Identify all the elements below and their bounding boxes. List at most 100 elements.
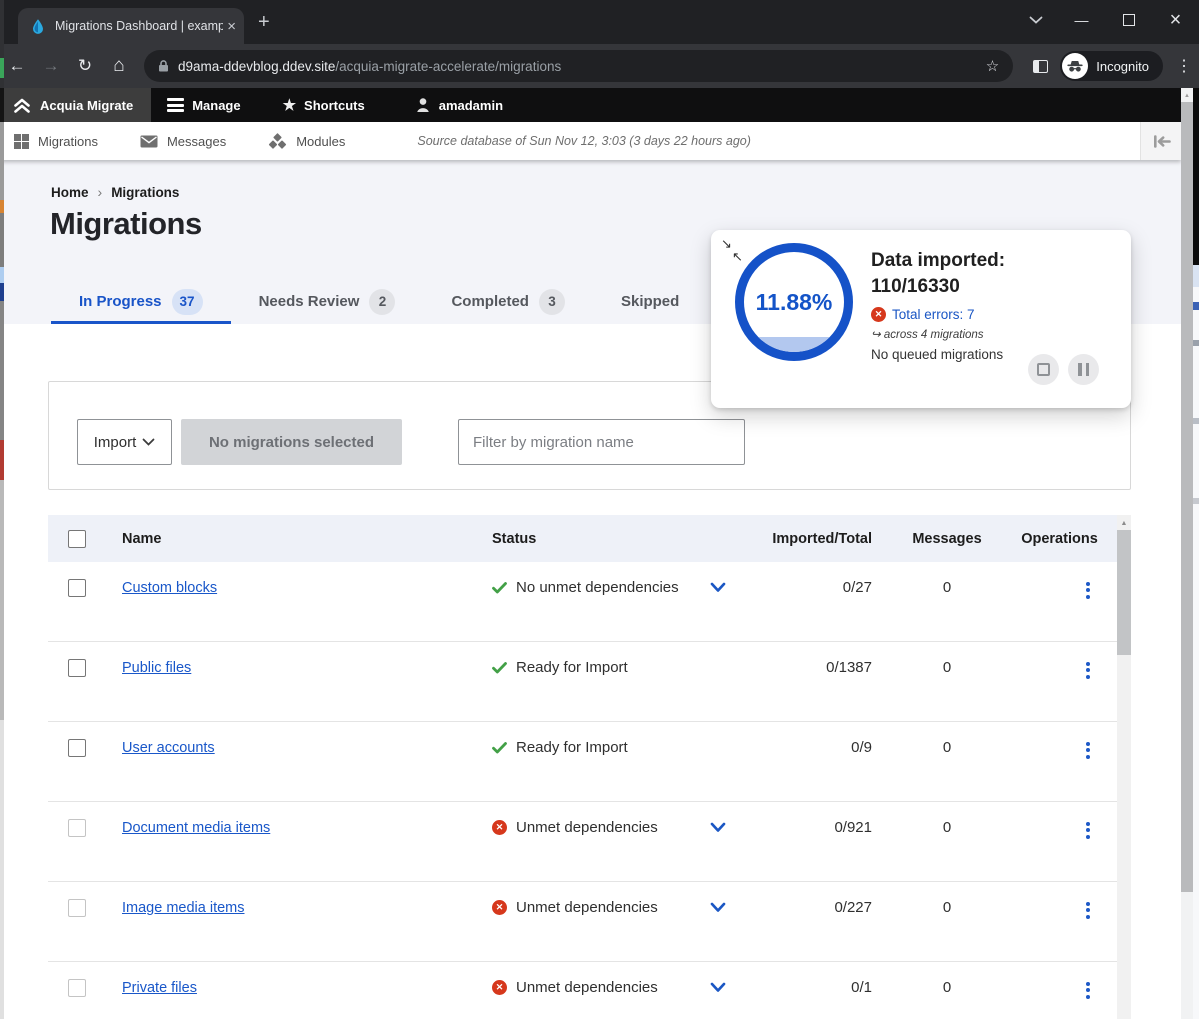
status-expand-chevron-icon[interactable] (710, 822, 726, 833)
window-minimize-button[interactable]: — (1058, 0, 1105, 40)
tab-title: Migrations Dashboard | example (55, 19, 223, 33)
migration-name-link[interactable]: Public files (122, 660, 191, 676)
breadcrumb-home-link[interactable]: Home (51, 185, 89, 200)
import-dropdown-button[interactable]: Import (77, 419, 172, 465)
status-check-icon (492, 582, 507, 594)
shortcuts-menu-item[interactable]: ★ Shortcuts (269, 88, 379, 122)
migration-name-link[interactable]: Custom blocks (122, 580, 217, 596)
pause-icon-bar (1086, 363, 1090, 376)
user-menu-item[interactable]: amadamin (401, 88, 517, 122)
no-migrations-selected-button[interactable]: No migrations selected (181, 419, 402, 465)
window-close-button[interactable]: × (1152, 0, 1199, 40)
user-label: amadamin (439, 98, 503, 113)
lock-icon (158, 59, 169, 73)
row-checkbox[interactable] (68, 579, 86, 597)
side-panel-icon[interactable] (1033, 60, 1048, 73)
error-icon: ✕ (871, 307, 886, 322)
page-scrollbar[interactable]: ▲ (1181, 88, 1193, 1019)
brand-label: Acquia Migrate (40, 98, 133, 113)
operations-kebab-icon[interactable] (1086, 582, 1117, 599)
status-expand-chevron-icon[interactable] (710, 902, 726, 913)
tabs: In Progress 37 Needs Review 2 Completed … (51, 282, 707, 324)
browser-tab-bar: Migrations Dashboard | example × + — × (0, 0, 1199, 44)
row-checkbox[interactable] (68, 899, 86, 917)
row-checkbox[interactable] (68, 739, 86, 757)
background-window-sliver-left (0, 0, 4, 1019)
operations-kebab-icon[interactable] (1086, 822, 1117, 839)
migration-name-link[interactable]: Document media items (122, 820, 270, 836)
manage-menu-item[interactable]: Manage (153, 88, 254, 122)
messages-value: 0 (892, 562, 1002, 596)
status-error-icon: ✕ (492, 980, 507, 995)
row-checkbox[interactable] (68, 819, 86, 837)
scroll-up-arrow-icon[interactable]: ▲ (1117, 515, 1131, 530)
migration-name-link[interactable]: Image media items (122, 900, 245, 916)
stop-import-button[interactable] (1028, 354, 1059, 385)
tab-search-chevron-icon[interactable] (1012, 0, 1059, 40)
operations-kebab-icon[interactable] (1086, 662, 1117, 679)
table-header-row: Name Status Imported/Total Messages Oper… (48, 515, 1117, 562)
tab-close-icon[interactable]: × (227, 19, 236, 34)
forward-icon[interactable]: → (34, 56, 68, 76)
user-icon (415, 97, 431, 113)
page-tab[interactable]: Skipped (593, 282, 707, 324)
tab-count-badge: 2 (369, 289, 395, 315)
reload-icon[interactable]: ↻ (68, 56, 102, 76)
page-scrollbar-thumb[interactable] (1181, 102, 1193, 892)
window-maximize-button[interactable] (1105, 0, 1152, 40)
status-expand-chevron-icon[interactable] (710, 982, 726, 993)
bookmark-star-icon[interactable]: ☆ (986, 57, 999, 75)
browser-tab[interactable]: Migrations Dashboard | example × (18, 8, 244, 44)
new-tab-button[interactable]: + (258, 11, 270, 34)
page-tab[interactable]: Completed 3 (423, 282, 593, 324)
modules-label: Modules (296, 134, 345, 149)
header-imported-total: Imported/Total (762, 531, 892, 547)
operations-kebab-icon[interactable] (1086, 902, 1117, 919)
tab-count-badge: 37 (172, 289, 203, 315)
tab-count-badge: 3 (539, 289, 565, 315)
browser-menu-kebab-icon[interactable]: ⋮ (1169, 56, 1199, 76)
operations-kebab-icon[interactable] (1086, 742, 1117, 759)
messages-value: 0 (892, 802, 1002, 836)
migrations-label: Migrations (38, 134, 98, 149)
modules-toolbar-item[interactable]: Modules (252, 133, 361, 150)
page-tab[interactable]: Needs Review 2 (231, 282, 424, 324)
filter-input[interactable] (458, 419, 745, 465)
drupal-favicon (30, 18, 46, 34)
page-scroll-up-arrow-icon[interactable]: ▲ (1181, 88, 1193, 102)
back-icon[interactable]: ← (0, 56, 34, 76)
imported-total-value: 0/227 (762, 882, 892, 916)
toolbar-collapse-button[interactable] (1140, 122, 1181, 160)
operations-kebab-icon[interactable] (1086, 982, 1117, 999)
header-operations: Operations (1002, 531, 1117, 547)
migrations-toolbar-item[interactable]: Migrations (0, 134, 114, 149)
imported-total-value: 0/1 (762, 962, 892, 996)
breadcrumb-separator: › (89, 184, 112, 200)
status-error-icon: ✕ (492, 820, 507, 835)
pause-import-button[interactable] (1068, 354, 1099, 385)
table-scrollbar[interactable]: ▲ (1117, 515, 1131, 1019)
total-errors-link[interactable]: Total errors: 7 (892, 307, 975, 322)
row-checkbox[interactable] (68, 979, 86, 997)
status-text: Unmet dependencies (516, 899, 658, 916)
table-scrollbar-thumb[interactable] (1117, 530, 1131, 655)
data-imported-heading: Data imported: (871, 248, 1121, 274)
migration-name-link[interactable]: Private files (122, 980, 197, 996)
page-tab[interactable]: In Progress 37 (51, 282, 231, 324)
url-field[interactable]: d9ama-ddevblog.ddev.site /acquia-migrate… (144, 50, 1013, 82)
status-expand-chevron-icon[interactable] (710, 582, 726, 593)
select-all-checkbox[interactable] (68, 530, 86, 548)
table-row: Image media items ✕ Unmet dependencies 0… (48, 882, 1117, 962)
acquia-migrate-brand[interactable]: Acquia Migrate (0, 88, 151, 122)
row-checkbox[interactable] (68, 659, 86, 677)
across-migrations-note: ↪ across 4 migrations (871, 327, 1121, 341)
collapse-left-icon (1151, 134, 1172, 149)
home-icon[interactable]: ⌂ (102, 55, 136, 77)
messages-toolbar-item[interactable]: Messages (124, 134, 242, 149)
tab-label: Needs Review (259, 293, 360, 310)
envelope-icon (140, 135, 158, 148)
messages-value: 0 (892, 642, 1002, 676)
status-check-icon (492, 742, 507, 754)
header-name: Name (122, 531, 492, 547)
migration-name-link[interactable]: User accounts (122, 740, 215, 756)
